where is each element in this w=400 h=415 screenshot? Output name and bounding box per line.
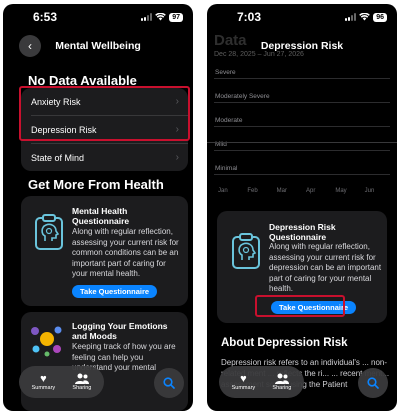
clipboard-head-icon [35,214,63,250]
screenshot-left: 6:53 97 ‹ Mental Wellbeing No Data Avail… [3,4,193,411]
nav-bar: ‹ Mental Wellbeing [3,35,193,59]
search-icon [367,377,379,389]
tab-bar: ♥ Summary Sharing [219,366,304,398]
wifi-icon [155,13,167,21]
tab-label: Sharing [72,384,92,391]
tab-label: Summary [231,384,256,391]
chart-gridline [214,78,390,79]
tab-label: Sharing [272,384,292,391]
people-icon [74,373,89,384]
chart-x-tick-label: May [335,188,347,194]
search-button[interactable] [154,368,184,398]
search-button[interactable] [358,368,388,398]
heart-icon: ♥ [40,372,47,385]
tab-sharing[interactable]: Sharing [272,373,291,392]
battery-icon: 97 [169,12,183,22]
tab-summary[interactable]: ♥ Summary [232,373,256,392]
tab-sharing[interactable]: Sharing [72,373,91,392]
about-heading: About Depression Risk [221,337,348,349]
divider [207,142,397,143]
chart-y-level-label: Minimal [215,165,238,172]
cellular-signal-icon [141,13,153,21]
get-more-heading: Get More From Health [28,177,164,192]
nav-bar: Depression Risk [207,35,397,59]
status-time: 7:03 [237,10,262,24]
clipboard-head-icon [232,233,260,269]
tab-bar: ♥ Summary Sharing [19,366,104,398]
chart-y-level-label: Moderately Severe [215,93,270,100]
chart-gridline [214,126,390,127]
chart-y-level-label: Moderate [215,117,243,124]
list-item-state-of-mind[interactable]: State of Mind › [21,144,188,171]
screenshot-right: 7:03 96 Data Dec 28, 2025 – Jun 27, 2026… [207,4,397,411]
mood-bubbles-icon [31,326,62,357]
people-icon [274,373,289,384]
chart-gridline [214,174,390,175]
questionnaire-card: Mental Health Questionnaire Along with r… [21,196,188,306]
chart-gridline [214,150,390,151]
card-title: Mental Health Questionnaire [72,206,130,226]
battery-icon: 96 [373,12,387,22]
chart-y-level-label: Severe [215,69,236,76]
depression-risk-chart: Severe Moderately Severe Moderate Mild Minim… [214,59,390,194]
nav-title: Depression Risk [260,40,344,52]
card-title: Depression Risk Questionnaire [269,222,336,242]
card-text: Along with regular reflection, assessing… [269,242,382,293]
nav-title: Mental Wellbeing [55,40,141,52]
chart-x-tick-label: Feb [247,188,258,194]
cellular-signal-icon [345,13,357,21]
highlight-box [19,86,190,141]
search-icon [163,377,175,389]
chart-x-tick-label: Mar [276,188,287,194]
highlight-box [255,295,345,317]
tab-label: Summary [31,384,56,391]
card-text: Along with regular reflection, assessing… [72,227,179,278]
status-bar: 7:03 96 [207,4,397,30]
tab-summary[interactable]: ♥ Summary [32,373,56,392]
list-item-label: State of Mind [31,152,85,163]
status-icons: 96 [345,12,387,22]
chart-gridline [214,102,390,103]
status-bar: 6:53 97 [3,4,193,30]
status-icons: 97 [141,12,183,22]
status-time: 6:53 [33,10,58,24]
wifi-icon [359,13,371,21]
card-title: Logging Your Emotions and Moods [72,321,168,341]
chevron-right-icon: › [175,152,179,163]
chart-x-tick-label: Jun [364,188,375,194]
take-questionnaire-button[interactable]: Take Questionnaire [72,285,158,298]
chart-x-tick-label: Jan [218,188,228,194]
heart-icon: ♥ [240,372,247,385]
chart-x-tick-label: Apr [306,188,316,194]
